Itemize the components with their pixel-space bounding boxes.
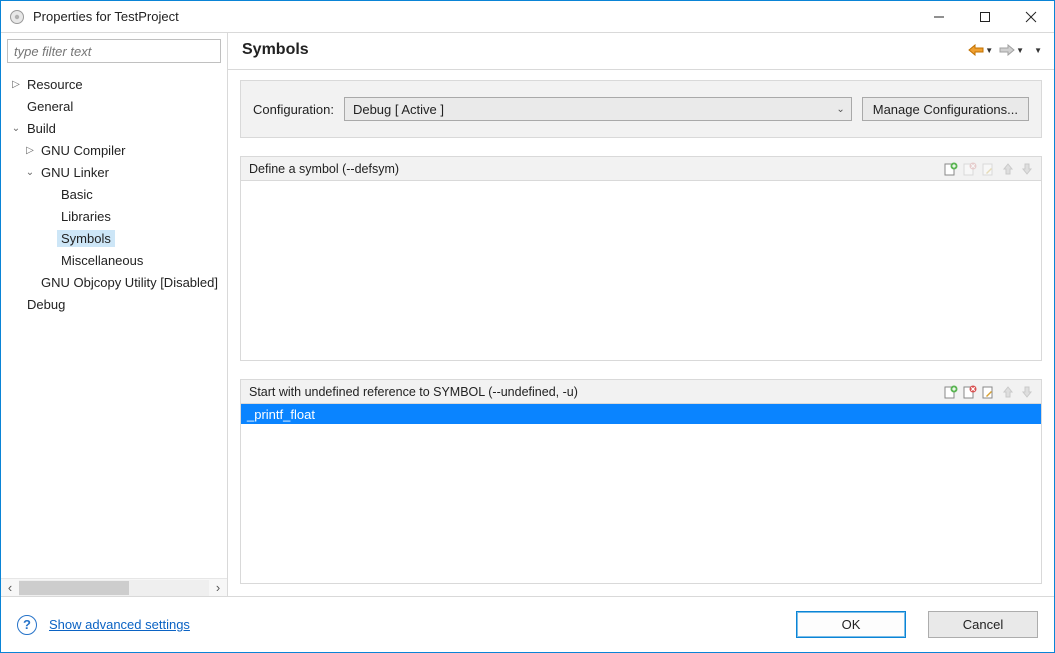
chevron-right-icon: ▷ <box>23 145 37 156</box>
filter-input[interactable] <box>7 39 221 63</box>
move-up-icon[interactable] <box>999 160 1016 177</box>
add-icon[interactable] <box>942 383 959 400</box>
ok-button[interactable]: OK <box>796 611 906 638</box>
configuration-select[interactable]: Debug [ Active ] ⌄ <box>344 97 852 121</box>
delete-icon[interactable] <box>961 160 978 177</box>
nav-back-button[interactable]: ▼ <box>966 42 995 58</box>
tree-item-basic[interactable]: Basic <box>1 183 227 205</box>
tree-item-resource[interactable]: ▷ Resource <box>1 73 227 95</box>
title-bar: Properties for TestProject <box>1 1 1054 33</box>
undef-title: Start with undefined reference to SYMBOL… <box>249 385 942 399</box>
page-title: Symbols <box>242 41 966 59</box>
close-button[interactable] <box>1008 1 1054 32</box>
scroll-thumb[interactable] <box>19 581 129 595</box>
tree-item-libraries[interactable]: Libraries <box>1 205 227 227</box>
undef-section: Start with undefined reference to SYMBOL… <box>240 379 1042 584</box>
nav-forward-button[interactable]: ▼ <box>997 42 1026 58</box>
cancel-button[interactable]: Cancel <box>928 611 1038 638</box>
defsym-title: Define a symbol (--defsym) <box>249 162 942 176</box>
list-item[interactable]: _printf_float <box>241 404 1041 424</box>
window-title: Properties for TestProject <box>33 9 179 24</box>
edit-icon[interactable] <box>980 160 997 177</box>
tree-item-gnu-compiler[interactable]: ▷ GNU Compiler <box>1 139 227 161</box>
maximize-button[interactable] <box>962 1 1008 32</box>
minimize-button[interactable] <box>916 1 962 32</box>
move-down-icon[interactable] <box>1018 160 1035 177</box>
tree-item-miscellaneous[interactable]: Miscellaneous <box>1 249 227 271</box>
defsym-list[interactable] <box>241 181 1041 360</box>
scroll-left-icon[interactable]: ‹ <box>1 580 19 595</box>
dialog-footer: ? Show advanced settings OK Cancel <box>1 596 1054 652</box>
tree-item-symbols[interactable]: Symbols <box>1 227 227 249</box>
move-down-icon[interactable] <box>1018 383 1035 400</box>
chevron-down-icon: ⌄ <box>9 123 23 134</box>
delete-icon[interactable] <box>961 383 978 400</box>
undef-list[interactable]: _printf_float <box>241 404 1041 583</box>
tree-item-objcopy[interactable]: GNU Objcopy Utility [Disabled] <box>1 271 227 293</box>
chevron-right-icon: ▷ <box>9 79 23 90</box>
chevron-down-icon: ⌄ <box>836 104 844 115</box>
tree-item-gnu-linker[interactable]: ⌄ GNU Linker <box>1 161 227 183</box>
move-up-icon[interactable] <box>999 383 1016 400</box>
tree-item-debug[interactable]: Debug <box>1 293 227 315</box>
tree-item-build[interactable]: ⌄ Build <box>1 117 227 139</box>
configuration-section: Configuration: Debug [ Active ] ⌄ Manage… <box>240 80 1042 138</box>
edit-icon[interactable] <box>980 383 997 400</box>
dropdown-icon: ▼ <box>985 46 993 55</box>
sidebar-hscrollbar[interactable]: ‹ › <box>1 578 227 596</box>
help-icon[interactable]: ? <box>17 615 37 635</box>
configuration-label: Configuration: <box>253 102 334 117</box>
nav-tree[interactable]: ▷ Resource General ⌄ Build ▷ GNU Compile… <box>1 69 227 578</box>
defsym-section: Define a symbol (--defsym) <box>240 156 1042 361</box>
sidebar: ▷ Resource General ⌄ Build ▷ GNU Compile… <box>1 33 228 596</box>
dropdown-icon: ▼ <box>1016 46 1024 55</box>
add-icon[interactable] <box>942 160 959 177</box>
chevron-down-icon: ⌄ <box>23 167 37 178</box>
main-panel: Symbols ▼ ▼ ▼ Configuration: Debug [ Act… <box>228 33 1054 596</box>
configuration-value: Debug [ Active ] <box>353 102 444 117</box>
manage-configurations-button[interactable]: Manage Configurations... <box>862 97 1029 121</box>
show-advanced-link[interactable]: Show advanced settings <box>49 617 190 632</box>
view-menu-icon[interactable]: ▼ <box>1034 46 1042 55</box>
tree-item-general[interactable]: General <box>1 95 227 117</box>
scroll-right-icon[interactable]: › <box>209 580 227 595</box>
app-icon <box>9 9 25 25</box>
